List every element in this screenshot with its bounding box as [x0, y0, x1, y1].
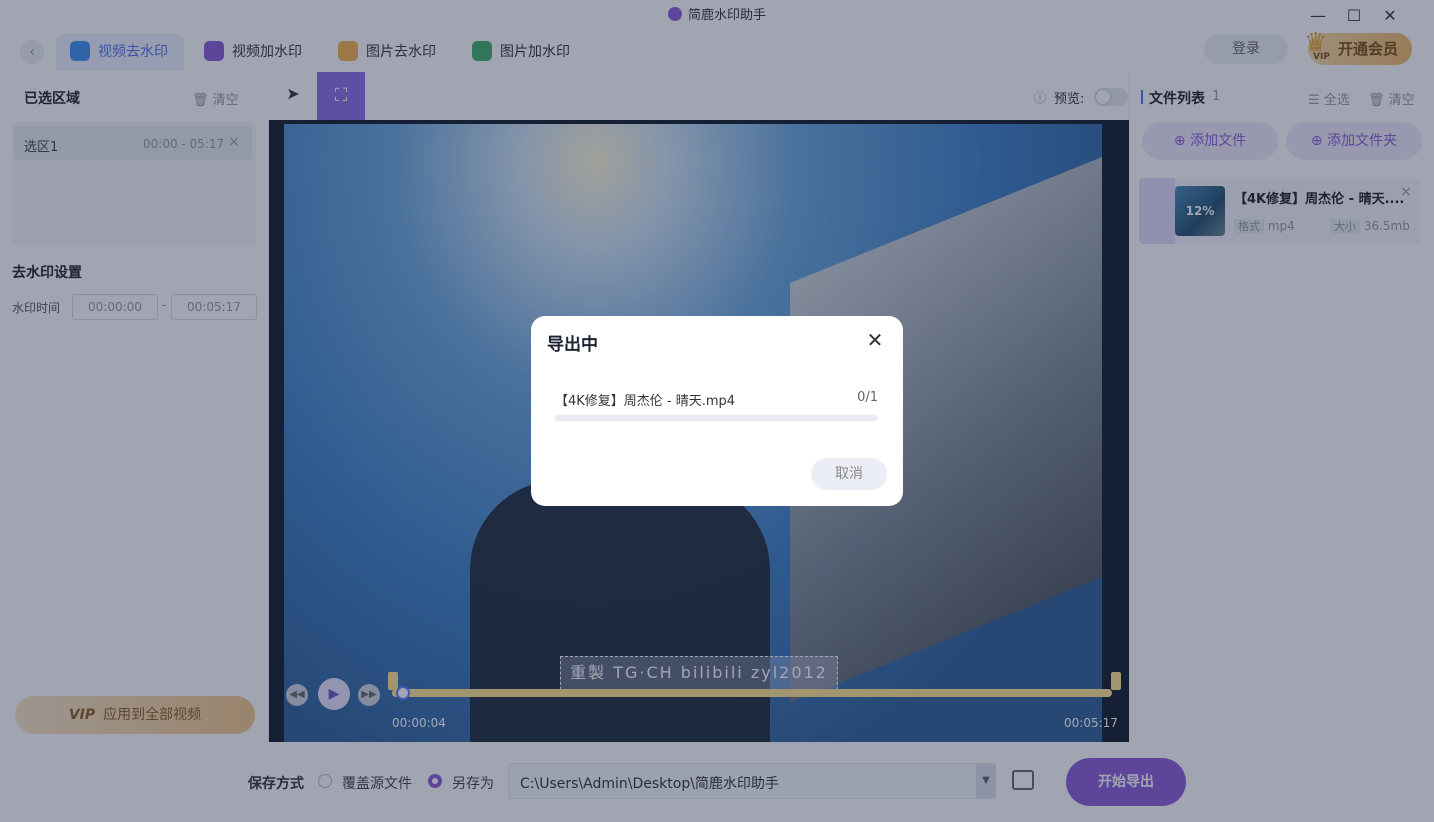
cancel-button[interactable]: 取消 [811, 458, 887, 490]
export-file-name: 【4K修复】周杰伦 - 晴天.mp4 [555, 394, 736, 409]
export-progress-bar [555, 415, 878, 421]
export-count: 0/1 [857, 390, 878, 405]
dialog-title: 导出中 [547, 335, 598, 355]
close-icon[interactable]: ✕ [864, 329, 886, 351]
